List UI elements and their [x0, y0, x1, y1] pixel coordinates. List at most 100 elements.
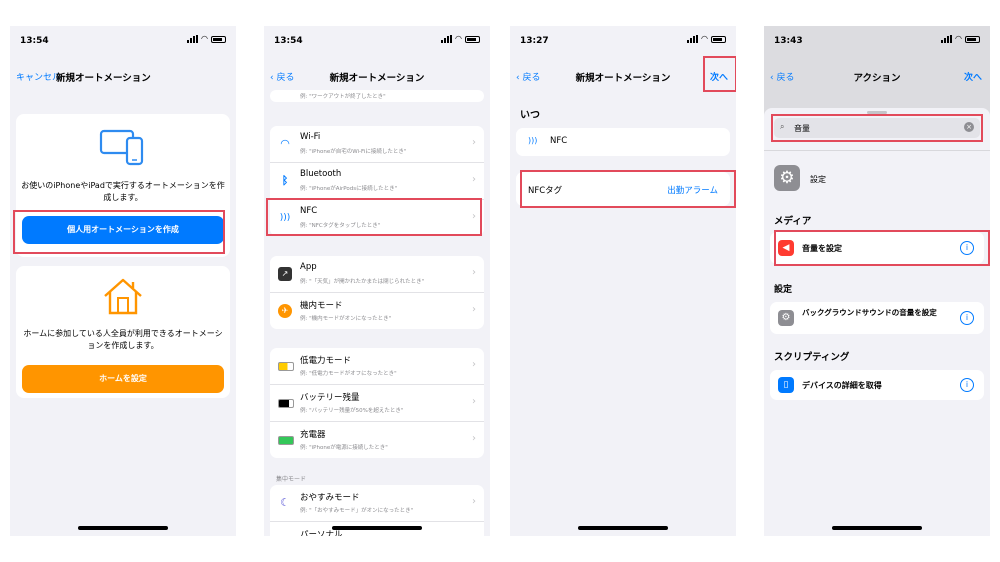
action-sheet: ⌕ 音量 × ⚙ 設定 メディア ◀ 音量を設定 i 設定 ⚙ バックグラウンド…	[764, 108, 990, 536]
chevron-right-icon: ›	[472, 137, 476, 148]
cancel-button[interactable]: キャンセル	[16, 70, 61, 83]
info-icon[interactable]: i	[960, 311, 974, 325]
row-title: おやすみモード	[300, 493, 360, 503]
trigger-group-app: ↗ App 例: "「天気」が開かれたかまたは閉じられたとき" › ✈ 機内モー…	[270, 256, 484, 329]
settings-app-label[interactable]: 設定	[810, 174, 826, 185]
phone-screen-nfc-setup: 13:27 ◠ ‹ 戻る 新規オートメーション 次へ いつ ))) NFC NF…	[510, 26, 736, 536]
signal-icon	[941, 35, 953, 43]
row-title: 充電器	[300, 430, 326, 440]
trigger-row-charger[interactable]: 充電器 例: "iPhoneが電源に接続したとき" ›	[270, 422, 484, 458]
nfc-icon: )))	[528, 136, 538, 145]
action-label: バックグラウンドサウンドの音量を設定	[802, 308, 937, 317]
section-label-settings: 設定	[774, 285, 793, 295]
settings-app-icon[interactable]: ⚙	[774, 165, 800, 191]
section-label-media: メディア	[774, 216, 812, 227]
trigger-group-power: 低電力モード 例: "低電力モードがオフになったとき" › バッテリー残量 例:…	[270, 348, 484, 458]
phone-screen-new-automation: 13:54 ◠ キャンセル 新規オートメーション お使いのiPhoneやiPad…	[10, 26, 236, 536]
row-title: App	[300, 262, 317, 272]
chevron-right-icon: ›	[472, 396, 476, 407]
row-subtitle: 例: "iPhoneが自宅のWi-Fiに接続したとき"	[300, 149, 407, 155]
status-time: 13:54	[274, 36, 303, 46]
trigger-row-bluetooth[interactable]: ᛒ Bluetooth 例: "iPhoneがAirPodsに接続したとき" ›	[270, 163, 484, 200]
battery-icon	[278, 396, 294, 410]
wifi-status-icon: ◠	[201, 34, 208, 43]
when-label: いつ	[520, 110, 540, 121]
home-indicator	[78, 526, 168, 530]
nav-bar: ‹ 戻る アクション 次へ	[764, 64, 990, 90]
moon-icon: ☾	[280, 496, 290, 509]
trigger-row-app[interactable]: ↗ App 例: "「天気」が開かれたかまたは閉じられたとき" ›	[270, 256, 484, 293]
phone-screen-trigger-list: 13:54 ◠ ‹ 戻る 新規オートメーション 例: "ワークアウトが終了したと…	[264, 26, 490, 536]
highlight-box	[13, 210, 225, 254]
chevron-right-icon: ›	[472, 496, 476, 507]
person-icon: ●	[278, 533, 292, 536]
setup-home-button[interactable]: ホームを設定	[22, 365, 224, 393]
page-title: 新規オートメーション	[56, 73, 151, 84]
highlight-box	[520, 170, 736, 208]
battery-status-icon	[211, 35, 226, 43]
home-indicator	[332, 526, 422, 530]
home-automation-description: ホームに参加している人全員が利用できるオートメーションを作成します。	[23, 329, 223, 350]
trigger-row-battery[interactable]: バッテリー残量 例: "バッテリー残量が50%を超えたとき" ›	[270, 385, 484, 422]
status-time: 13:27	[520, 36, 549, 46]
action-label: デバイスの詳細を取得	[802, 381, 882, 390]
row-subtitle: 例: "iPhoneがAirPodsに接続したとき"	[300, 186, 398, 192]
row-subtitle: 例: "低電力モードがオフになったとき"	[300, 371, 397, 377]
charger-icon	[278, 433, 294, 447]
trigger-row-sleep[interactable]: ☾ おやすみモード 例: "「おやすみモード」がオンになったとき" ›	[270, 485, 484, 522]
wifi-status-icon: ◠	[701, 34, 708, 43]
low-power-icon	[278, 359, 294, 373]
divider	[764, 150, 990, 151]
row-title: 機内モード	[300, 301, 343, 311]
chevron-right-icon: ›	[472, 304, 476, 315]
nfc-trigger-card: ))) NFC	[516, 128, 730, 156]
row-title: バッテリー残量	[300, 393, 360, 403]
trigger-group-top: 例: "ワークアウトが終了したとき"	[270, 90, 484, 102]
trigger-row-airplane[interactable]: ✈ 機内モード 例: "機内モードがオンになったとき" ›	[270, 293, 484, 329]
status-time: 13:54	[20, 36, 49, 46]
highlight-box	[771, 114, 983, 142]
row-title: 低電力モード	[300, 356, 352, 366]
row-subtitle: 例: "ワークアウトが終了したとき"	[300, 94, 386, 100]
devices-icon	[99, 129, 144, 166]
row-title: Bluetooth	[300, 169, 342, 179]
info-icon[interactable]: i	[960, 378, 974, 392]
home-automation-card: ホームに参加している人全員が利用できるオートメーションを作成します。 ホームを設…	[16, 266, 230, 398]
battery-status-icon	[711, 35, 726, 43]
home-indicator	[832, 526, 922, 530]
signal-icon	[687, 35, 699, 43]
row-subtitle: 例: "「おやすみモード」がオンになったとき"	[300, 508, 414, 514]
row-subtitle: 例: "「天気」が開かれたかまたは閉じられたとき"	[300, 279, 425, 285]
personal-automation-description: お使いのiPhoneやiPadで実行するオートメーションを作成します。	[21, 181, 225, 202]
row-subtitle: 例: "iPhoneが電源に接続したとき"	[300, 445, 388, 451]
home-indicator	[578, 526, 668, 530]
trigger-row-low-power[interactable]: 低電力モード 例: "低電力モードがオフになったとき" ›	[270, 348, 484, 385]
battery-status-icon	[965, 35, 980, 43]
signal-icon	[441, 35, 453, 43]
wifi-icon: ◠	[280, 137, 290, 150]
wifi-status-icon: ◠	[455, 34, 462, 43]
highlight-box	[703, 56, 736, 92]
next-button[interactable]: 次へ	[964, 70, 982, 83]
status-bar: 13:27 ◠	[510, 26, 736, 56]
chevron-right-icon: ›	[472, 433, 476, 444]
highlight-box	[774, 230, 990, 266]
chevron-right-icon: ›	[472, 267, 476, 278]
action-bg-sound-volume[interactable]: ⚙ バックグラウンドサウンドの音量を設定 i	[770, 302, 984, 334]
airplane-icon: ✈	[278, 304, 292, 318]
status-bar: 13:43 ◠	[764, 26, 990, 56]
page-title: 新規オートメーション	[329, 73, 425, 84]
signal-icon	[187, 35, 199, 43]
phone-screen-action-search: 13:43 ◠ ‹ 戻る アクション 次へ ⌕ 音量 × ⚙ 設定 メディア ◀…	[764, 26, 990, 536]
trigger-row-wifi[interactable]: ◠ Wi-Fi 例: "iPhoneが自宅のWi-Fiに接続したとき" ›	[270, 126, 484, 163]
row-subtitle: 例: "機内モードがオンになったとき"	[300, 316, 392, 322]
nav-bar: ‹ 戻る 新規オートメーション	[264, 64, 490, 90]
action-get-device-details[interactable]: ▯ デバイスの詳細を取得 i	[770, 370, 984, 400]
nfc-label: NFC	[550, 136, 568, 146]
status-bar: 13:54 ◠	[264, 26, 490, 56]
settings-gear-icon: ⚙	[778, 310, 794, 326]
section-label-scripting: スクリプティング	[774, 352, 850, 363]
page-title: アクション	[853, 73, 901, 84]
chevron-right-icon: ›	[472, 359, 476, 370]
status-time: 13:43	[774, 36, 803, 46]
